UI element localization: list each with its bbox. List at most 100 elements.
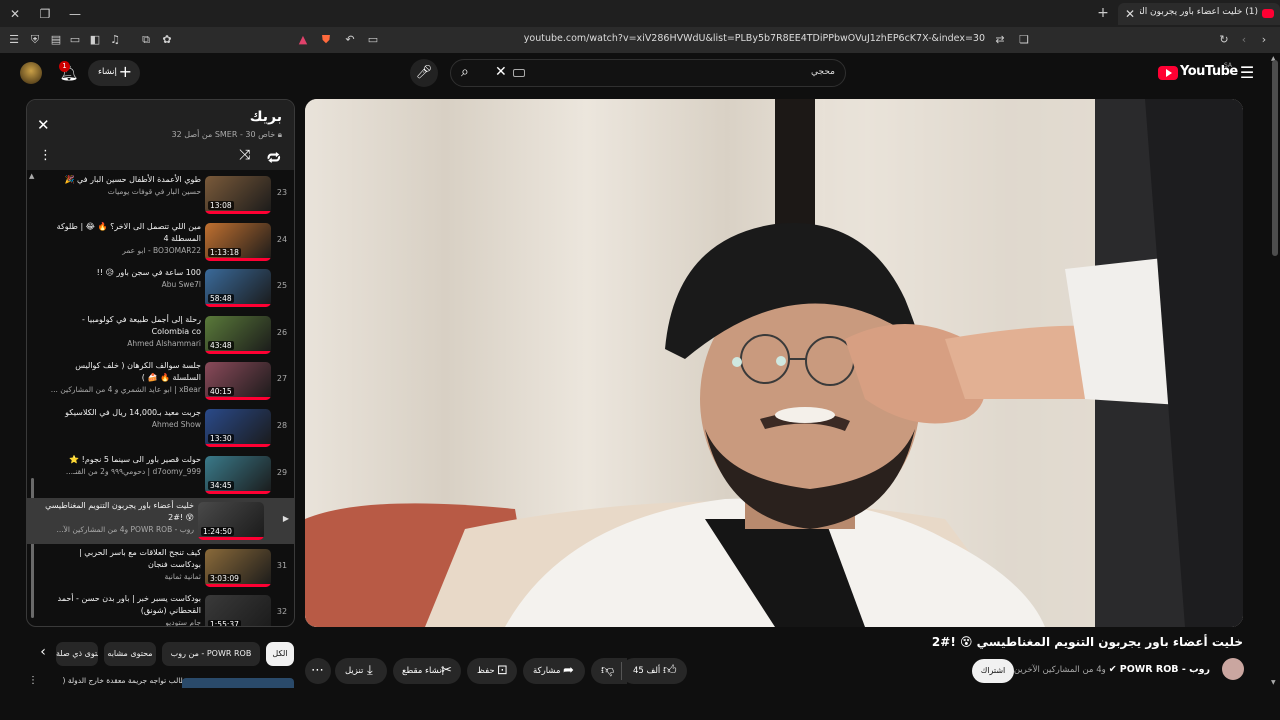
back-icon[interactable]: ‹ bbox=[1236, 32, 1252, 48]
close-window-icon[interactable]: ✕ bbox=[6, 5, 24, 23]
playlist-item-thumbnail[interactable]: 1:55:37 bbox=[205, 595, 271, 626]
playlist-item-title: مين اللي تتصمل الى الاخر؟ 🔥 😂 | طلوكة ال… bbox=[56, 221, 201, 243]
watched-progress-bar bbox=[205, 211, 271, 214]
thumbs-down-icon: 👎︎ bbox=[601, 663, 615, 678]
playlist-item-thumbnail[interactable]: 58:48 bbox=[205, 269, 271, 308]
playlist-item[interactable]: 26 43:48 رحلة إلى أجمل طبيعة في كولومبيا -… bbox=[35, 312, 293, 358]
playlist-item-thumbnail[interactable]: 13:08 bbox=[205, 176, 271, 214]
tabs-icon[interactable]: ▤ bbox=[48, 32, 64, 48]
chip-similar[interactable]: محتوى مشابه bbox=[104, 642, 156, 666]
music-icon[interactable]: ♫ bbox=[107, 32, 123, 48]
screenshot-icon[interactable]: ⧉ bbox=[138, 32, 154, 48]
minimize-window-icon[interactable]: — bbox=[66, 5, 84, 23]
duration-badge: 43:48 bbox=[208, 340, 234, 350]
more-horizontal-icon: ⋯ bbox=[311, 663, 324, 678]
search-icon[interactable]: ⌕ bbox=[461, 64, 469, 80]
chip-all[interactable]: الكل bbox=[266, 642, 294, 666]
next-recommendation[interactable]: ⋮ قصة طالب تواجه جريمة معقدة خارج الدولة… bbox=[26, 676, 295, 688]
create-button[interactable]: إنشاء + bbox=[88, 60, 140, 86]
clip-button[interactable]: إنشاء مقطع ✂ bbox=[393, 658, 461, 684]
shuffle-icon[interactable]: ⤨ bbox=[239, 147, 250, 163]
voice-search-mic-icon[interactable]: 🎤︎ bbox=[410, 59, 438, 87]
maximize-window-icon[interactable]: ❐ bbox=[36, 5, 54, 23]
address-bar[interactable]: youtube.com/watch?v=xiV286HVWdU&list=PLB… bbox=[440, 33, 985, 47]
playlist-item-channel: ثمانية ثمانية bbox=[164, 571, 201, 581]
more-options-icon[interactable]: ⋮ bbox=[39, 148, 52, 163]
playlist-item-index: 26 bbox=[276, 327, 288, 337]
more-actions-button[interactable]: ⋯ bbox=[305, 658, 331, 684]
playlist-item-thumbnail[interactable]: 1:24:50 bbox=[198, 502, 264, 541]
playlist-item-text: 100 ساعة في سجن باور 😥 !! Abu Swe7l bbox=[51, 267, 201, 291]
playlist-item[interactable]: 32 1:55:37 بودكاست يسبر خبر | باور بدن حسن… bbox=[35, 591, 293, 626]
video-player[interactable] bbox=[305, 99, 1243, 627]
playlist-item[interactable]: 24 1:13:18 مين اللي تتصمل الى الاخر؟ 🔥 😂 |… bbox=[35, 219, 293, 265]
search-input[interactable]: ⌕ ✕ محجي bbox=[450, 59, 846, 87]
playlist-item-channel: BO3OMAR22 - ابو عمر bbox=[122, 245, 201, 255]
close-playlist-icon[interactable]: ✕ bbox=[37, 116, 50, 134]
watched-progress-bar bbox=[205, 304, 271, 308]
browser-tab-active[interactable]: ✕ (1) خليت أعضاء باور يجربون التنو bbox=[1118, 3, 1280, 25]
brave-shield-icon[interactable]: ⛊ bbox=[318, 32, 334, 48]
channel-avatar[interactable] bbox=[1222, 658, 1244, 680]
duration-badge: 34:45 bbox=[208, 480, 234, 490]
download-button[interactable]: تنزيل ⤓ bbox=[335, 658, 387, 684]
page-scroll-down-icon[interactable]: ▼ bbox=[1271, 679, 1276, 686]
playlist-item-thumbnail[interactable]: 34:45 bbox=[205, 455, 271, 494]
playlist-item-thumbnail[interactable]: 1:13:18 bbox=[205, 222, 271, 261]
extensions-icon[interactable]: ✿ bbox=[159, 32, 175, 48]
playlist-item-thumbnail[interactable]: 43:48 bbox=[205, 315, 271, 354]
shield-icon[interactable]: ⛨ bbox=[27, 32, 43, 48]
forward-icon[interactable]: › bbox=[1256, 32, 1272, 48]
playlist-item-thumbnail[interactable]: 3:03:09 bbox=[205, 548, 271, 587]
menu-icon[interactable]: ☰ bbox=[6, 32, 22, 48]
keyboard-icon[interactable] bbox=[513, 69, 525, 77]
share-button[interactable]: مشاركة ➦ bbox=[523, 658, 585, 684]
reader-icon[interactable]: ▭ bbox=[67, 32, 83, 48]
playlist-item-title: خليت أعضاء باور يجربون التنويم المغناطيس… bbox=[45, 501, 194, 523]
undo-icon[interactable]: ↶ bbox=[342, 32, 358, 48]
playlist-item[interactable]: 25 58:48 100 ساعة في سجن باور 😥 !! Abu Swe7… bbox=[35, 265, 293, 311]
guide-menu-icon[interactable]: ☰ bbox=[1238, 63, 1256, 83]
playlist-item-current[interactable]: ▶ 1:24:50 خليت أعضاء باور يجربون التنويم ا… bbox=[27, 498, 294, 545]
playlist-item-channel: Ahmed Alshammari bbox=[127, 338, 201, 348]
tab-close-icon[interactable]: ✕ bbox=[1122, 5, 1138, 23]
subscribe-button[interactable]: اشتراك bbox=[972, 659, 1014, 683]
like-button[interactable]: 45 ألف 👍︎ bbox=[621, 658, 687, 684]
playlist-item-thumbnail[interactable]: 13:30 bbox=[205, 409, 271, 447]
duration-badge: 1:13:18 bbox=[208, 247, 241, 257]
notification-badge: 1 bbox=[59, 61, 70, 72]
youtube-logo[interactable]: YouTube bbox=[1158, 64, 1238, 82]
scroll-up-arrow-icon[interactable]: ▲ bbox=[29, 172, 34, 180]
sidebar-icon[interactable]: ◧ bbox=[87, 32, 103, 48]
next-video-thumbnail[interactable] bbox=[182, 678, 294, 688]
cast-icon[interactable]: ▭ bbox=[365, 32, 381, 48]
chip-from-channel[interactable]: من روب - POWR ROB bbox=[162, 642, 260, 666]
playlist-item[interactable]: 28 13:30 جربت معيد بـ14,000 ريال في الكلاس… bbox=[35, 405, 293, 451]
page-scrollbar[interactable] bbox=[1272, 60, 1278, 256]
channel-name[interactable]: روب - POWR ROB bbox=[1120, 664, 1210, 675]
playlist-item[interactable]: 27 40:15 جلسة سوالف الكرهان ( خلف كواليس ا… bbox=[35, 358, 293, 404]
loop-icon[interactable]: 🔁︎ bbox=[267, 147, 281, 168]
playlist-item-thumbnail[interactable]: 40:15 bbox=[205, 362, 271, 401]
chip-related[interactable]: محتوى ذي صلة bbox=[56, 642, 98, 666]
playlist-item-title: طوي الأعمدة الأطفال حسين البار في 🎉 bbox=[64, 175, 201, 184]
channel-name-row[interactable]: روب - POWR ROB ✔︎ و4 من المشاركين الآخري… bbox=[1014, 664, 1210, 675]
save-button[interactable]: حفظ ⊡ bbox=[467, 658, 517, 684]
account-avatar[interactable] bbox=[20, 62, 42, 84]
chips-prev-arrow-icon[interactable]: ‹ bbox=[34, 644, 52, 664]
playlist-title[interactable]: بريك bbox=[250, 109, 282, 125]
playlist-item[interactable]: 29 34:45 حولت قصير باور الى سينما 5 نجوم! … bbox=[35, 452, 293, 498]
watched-progress-bar bbox=[205, 397, 271, 401]
brave-rewards-icon[interactable]: ▲ bbox=[295, 32, 311, 48]
reload-icon[interactable]: ↻ bbox=[1216, 32, 1232, 48]
site-settings-icon[interactable]: ⇄ bbox=[992, 32, 1008, 48]
playlist-item-text: بودكاست يسبر خبر | باور بدن حسن - أحمد ا… bbox=[51, 593, 201, 626]
new-tab-button[interactable]: + bbox=[1094, 4, 1112, 22]
playlist-item[interactable]: 31 3:03:09 كيف تنجح العلاقات مع باسر الحرب… bbox=[35, 545, 293, 591]
next-more-icon[interactable]: ⋮ bbox=[28, 676, 38, 686]
playlist-item[interactable]: 23 13:08 طوي الأعمدة الأطفال حسين البار في… bbox=[35, 172, 293, 218]
clear-search-icon[interactable]: ✕ bbox=[495, 64, 507, 80]
bookmark-icon[interactable]: ❏ bbox=[1016, 32, 1032, 48]
channel-collaborators[interactable]: و4 من المشاركين الآخرين bbox=[1014, 665, 1106, 675]
share-label: مشاركة bbox=[533, 666, 561, 676]
